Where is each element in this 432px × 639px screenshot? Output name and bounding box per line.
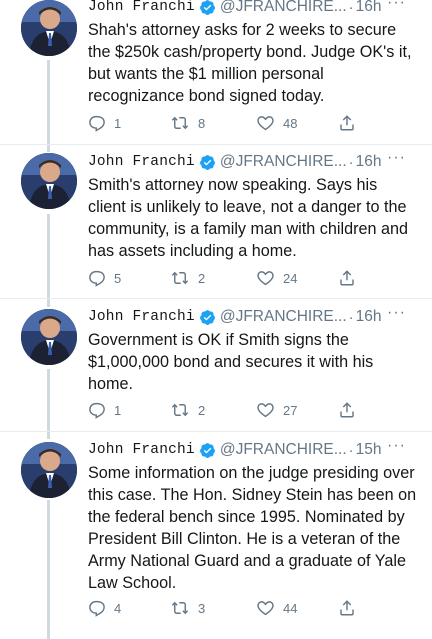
verified-badge-icon: [199, 0, 216, 16]
tweet-actions: 1 8 48: [88, 114, 368, 134]
retweet-icon: [171, 403, 189, 417]
like-button[interactable]: 44: [256, 599, 297, 617]
heart-icon: [257, 403, 274, 418]
like-button[interactable]: 24: [256, 269, 297, 287]
tweet-header: John Franchi @JFRANCHIRE... · 16h ···: [88, 304, 422, 327]
tweet-actions: 5 2 24: [88, 269, 368, 289]
reply-button[interactable]: 1: [88, 401, 121, 419]
tweet-actions: 4 3 44: [88, 599, 368, 619]
separator-dot: ·: [348, 0, 354, 16]
like-button[interactable]: 27: [256, 401, 297, 419]
retweet-count: 8: [198, 115, 206, 131]
reply-count: 1: [114, 402, 122, 418]
reply-count: 1: [114, 115, 122, 131]
reply-count: 4: [114, 600, 122, 616]
share-icon: [340, 402, 354, 418]
more-options-icon[interactable]: ···: [387, 149, 406, 167]
author-name[interactable]: John Franchi: [88, 442, 195, 458]
retweet-button[interactable]: 8: [170, 114, 205, 132]
share-icon: [340, 115, 354, 131]
tweet-header: John Franchi @JFRANCHIRE... · 16h ···: [88, 0, 422, 17]
tweet-header: John Franchi @JFRANCHIRE... · 15h ···: [88, 437, 422, 460]
tweet[interactable]: John Franchi @JFRANCHIRE... · 16h ··· Sm…: [0, 145, 432, 299]
author-avatar[interactable]: [21, 153, 77, 209]
share-button[interactable]: [338, 114, 356, 132]
tweet-timestamp[interactable]: 16h: [356, 0, 382, 16]
reply-button[interactable]: 1: [88, 114, 121, 132]
tweet-header: John Franchi @JFRANCHIRE... · 16h ···: [88, 149, 422, 172]
heart-icon: [257, 601, 274, 616]
tweet-timestamp[interactable]: 15h: [356, 441, 382, 459]
retweet-button[interactable]: 2: [170, 269, 205, 287]
more-options-icon[interactable]: ···: [387, 437, 406, 455]
tweet-timestamp[interactable]: 16h: [356, 153, 382, 171]
author-handle[interactable]: @JFRANCHIRE...: [220, 308, 347, 326]
author-avatar[interactable]: [21, 309, 77, 365]
author-handle[interactable]: @JFRANCHIRE...: [220, 0, 347, 16]
like-count: 27: [283, 402, 298, 418]
author-name[interactable]: John Franchi: [88, 309, 195, 325]
reply-count: 5: [114, 270, 122, 286]
tweet-text: Some information on the judge presiding …: [88, 464, 417, 592]
author-avatar[interactable]: [21, 442, 77, 498]
retweet-count: 2: [198, 270, 206, 286]
reply-icon: [89, 402, 105, 419]
tweet-text: Smith's attorney now speaking. Says his …: [88, 176, 408, 260]
reply-icon: [89, 115, 105, 132]
author-handle[interactable]: @JFRANCHIRE...: [220, 153, 347, 171]
verified-badge-icon: [199, 442, 216, 459]
tweet-text: Government is OK if Smith signs the $1,0…: [88, 331, 374, 393]
reply-button[interactable]: 5: [88, 269, 121, 287]
tweet[interactable]: John Franchi @JFRANCHIRE... · 16h ··· Sh…: [0, 0, 432, 145]
author-handle[interactable]: @JFRANCHIRE...: [220, 441, 347, 459]
retweet-button[interactable]: 2: [170, 401, 205, 419]
share-button[interactable]: [338, 401, 356, 419]
separator-dot: ·: [348, 441, 354, 459]
tweet-timestamp[interactable]: 16h: [356, 308, 382, 326]
retweet-icon: [171, 601, 189, 615]
share-button[interactable]: [338, 599, 356, 617]
tweet-text: Shah's attorney asks for 2 weeks to secu…: [88, 21, 412, 105]
retweet-count: 2: [198, 402, 206, 418]
author-name[interactable]: John Franchi: [88, 0, 195, 15]
separator-dot: ·: [348, 308, 354, 326]
like-count: 44: [283, 600, 298, 616]
verified-badge-icon: [199, 309, 216, 326]
reply-icon: [89, 270, 105, 287]
heart-icon: [257, 271, 274, 286]
share-button[interactable]: [338, 269, 356, 287]
retweet-icon: [171, 116, 189, 130]
heart-icon: [257, 116, 274, 131]
like-button[interactable]: 48: [256, 114, 297, 132]
retweet-button[interactable]: 3: [170, 599, 205, 617]
author-avatar[interactable]: [21, 0, 77, 56]
reply-icon: [89, 600, 105, 617]
verified-badge-icon: [199, 154, 216, 171]
share-icon: [340, 600, 354, 616]
tweet[interactable]: John Franchi @JFRANCHIRE... · 15h ··· So…: [0, 432, 432, 639]
separator-dot: ·: [348, 153, 354, 171]
retweet-count: 3: [198, 600, 206, 616]
reply-button[interactable]: 4: [88, 599, 121, 617]
like-count: 48: [283, 115, 298, 131]
more-options-icon[interactable]: ···: [387, 0, 406, 12]
like-count: 24: [283, 270, 298, 286]
tweet-actions: 1 2 27: [88, 401, 368, 421]
retweet-icon: [171, 271, 189, 285]
share-icon: [340, 270, 354, 286]
author-name[interactable]: John Franchi: [88, 154, 195, 170]
tweet[interactable]: John Franchi @JFRANCHIRE... · 16h ··· Go…: [0, 299, 432, 432]
more-options-icon[interactable]: ···: [387, 304, 406, 322]
